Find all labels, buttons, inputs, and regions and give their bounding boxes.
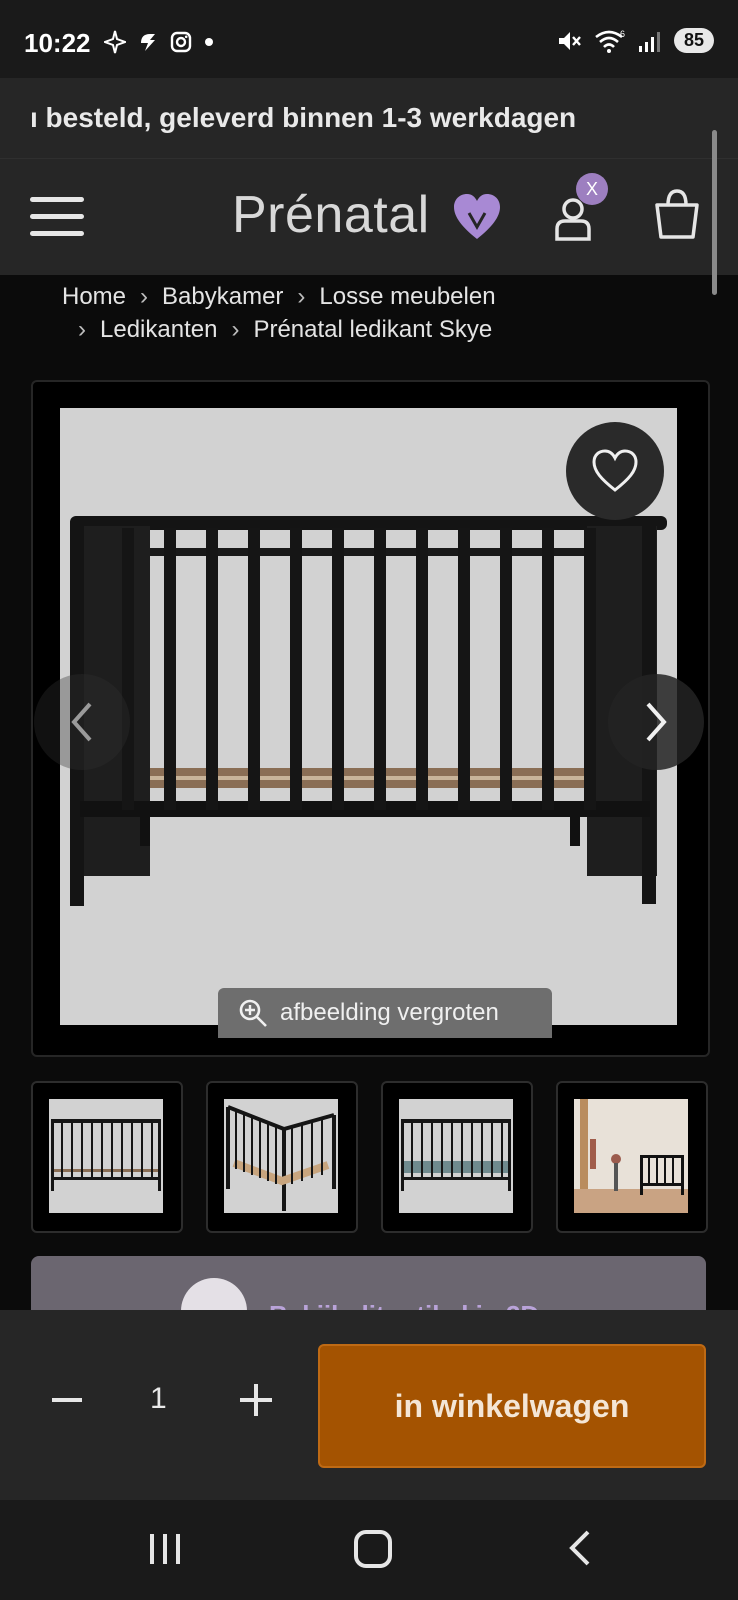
account-badge: X	[576, 173, 608, 205]
status-left-icons	[104, 30, 214, 54]
breadcrumb: Home › Babykamer › Losse meubelen › Ledikante…	[62, 280, 702, 346]
home-button[interactable]	[354, 1530, 392, 1568]
heart-outline-icon	[592, 449, 638, 492]
crib-angle-thumb	[224, 1099, 338, 1213]
recent-apps-button[interactable]	[150, 1534, 182, 1564]
thumbnail-3[interactable]	[381, 1081, 533, 1233]
cart-icon[interactable]	[654, 187, 700, 241]
favorite-button[interactable]	[566, 422, 664, 520]
chevron-right-icon	[646, 702, 667, 742]
crib-room-thumb	[574, 1099, 688, 1213]
recent-apps-icon	[176, 1534, 180, 1564]
status-bar: 10:22 6 85	[0, 0, 738, 78]
quantity-decrease-button[interactable]	[52, 1398, 82, 1402]
recent-apps-icon	[163, 1534, 167, 1564]
signal-icon	[638, 31, 660, 52]
crib-mattress-thumb	[399, 1099, 513, 1213]
next-image-button[interactable]	[608, 674, 704, 770]
mute-icon	[558, 31, 581, 50]
system-nav-bar	[0, 1500, 738, 1600]
menu-line-icon	[30, 231, 84, 236]
instagram-icon	[170, 31, 192, 53]
status-right-icons: 6 85	[556, 28, 714, 53]
breadcrumb-babykamer[interactable]: Babykamer	[162, 283, 283, 310]
thumbnail-1[interactable]	[31, 1081, 183, 1233]
back-button[interactable]	[566, 1530, 596, 1566]
zoom-image-button[interactable]: afbeelding vergroten	[218, 988, 552, 1038]
scrollbar[interactable]	[712, 130, 717, 295]
breadcrumb-ledikanten[interactable]: Ledikanten	[100, 316, 217, 343]
purchase-bar: 1 in winkelwagen	[0, 1310, 738, 1500]
breadcrumb-separator: ›	[297, 283, 306, 310]
view-3d-button[interactable]: Bekijk dit artikel in 3D	[31, 1256, 706, 1316]
previous-image-button[interactable]	[34, 674, 130, 770]
navigation-icon	[104, 30, 126, 54]
menu-line-icon	[30, 214, 84, 219]
breadcrumb-separator: ›	[140, 283, 149, 310]
breadcrumb-separator: ›	[231, 316, 240, 343]
status-time: 10:22	[24, 28, 91, 58]
promo-banner: ı besteld, geleverd binnen 1-3 werkdagen	[0, 78, 738, 158]
breadcrumb-separator: ›	[78, 316, 86, 343]
messenger-icon	[141, 34, 155, 51]
zoom-label: afbeelding vergroten	[280, 999, 499, 1026]
dot-icon	[205, 38, 213, 46]
breadcrumb-home[interactable]: Home	[62, 283, 126, 310]
battery-indicator: 85	[673, 28, 714, 53]
site-logo[interactable]: Prénatal	[232, 185, 430, 245]
recent-apps-icon	[150, 1534, 154, 1564]
thumbnail-2[interactable]	[206, 1081, 358, 1233]
crib-front-thumb	[49, 1099, 163, 1213]
promo-text: ı besteld, geleverd binnen 1-3 werkdagen	[30, 102, 577, 133]
site-header: Prénatal X	[0, 158, 738, 275]
menu-line-icon	[30, 197, 84, 202]
quantity-increase-button[interactable]	[240, 1384, 272, 1416]
breadcrumb-current: Prénatal ledikant Skye	[253, 316, 493, 343]
svg-text:6: 6	[620, 29, 625, 39]
thumbnail-4[interactable]	[556, 1081, 708, 1233]
chevron-left-icon	[71, 702, 92, 742]
menu-button[interactable]	[30, 197, 86, 237]
heart-logo-icon	[454, 194, 500, 239]
add-to-cart-button[interactable]: in winkelwagen	[318, 1344, 706, 1468]
quantity-value[interactable]: 1	[150, 1382, 167, 1416]
wifi-icon: 6	[595, 29, 625, 53]
zoom-in-icon	[239, 999, 267, 1027]
breadcrumb-losse-meubelen[interactable]: Losse meubelen	[319, 283, 495, 310]
